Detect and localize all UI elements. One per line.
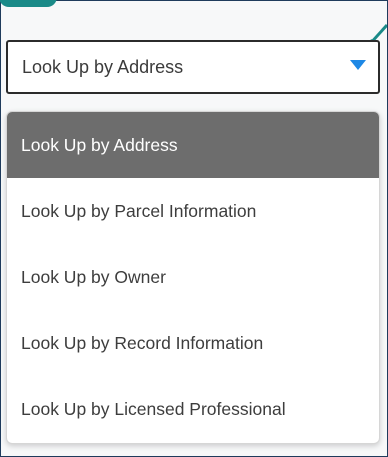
lookup-type-select[interactable]: Look Up by Address (6, 40, 380, 94)
menu-item-record-information[interactable]: Look Up by Record Information (7, 310, 379, 376)
select-value: Look Up by Address (22, 56, 184, 77)
menu-item-licensed-professional[interactable]: Look Up by Licensed Professional (7, 376, 379, 442)
caret-down-icon[interactable] (350, 60, 366, 70)
menu-item-parcel-information[interactable]: Look Up by Parcel Information (7, 178, 379, 244)
menu-item-address[interactable]: Look Up by Address (7, 112, 379, 178)
menu-item-owner[interactable]: Look Up by Owner (7, 244, 379, 310)
teal-corner-accent (0, 0, 57, 7)
lookup-panel: Look Up by Address Look Up by Address Lo… (0, 0, 388, 457)
lookup-type-dropdown-menu: Look Up by Address Look Up by Parcel Inf… (6, 111, 380, 444)
